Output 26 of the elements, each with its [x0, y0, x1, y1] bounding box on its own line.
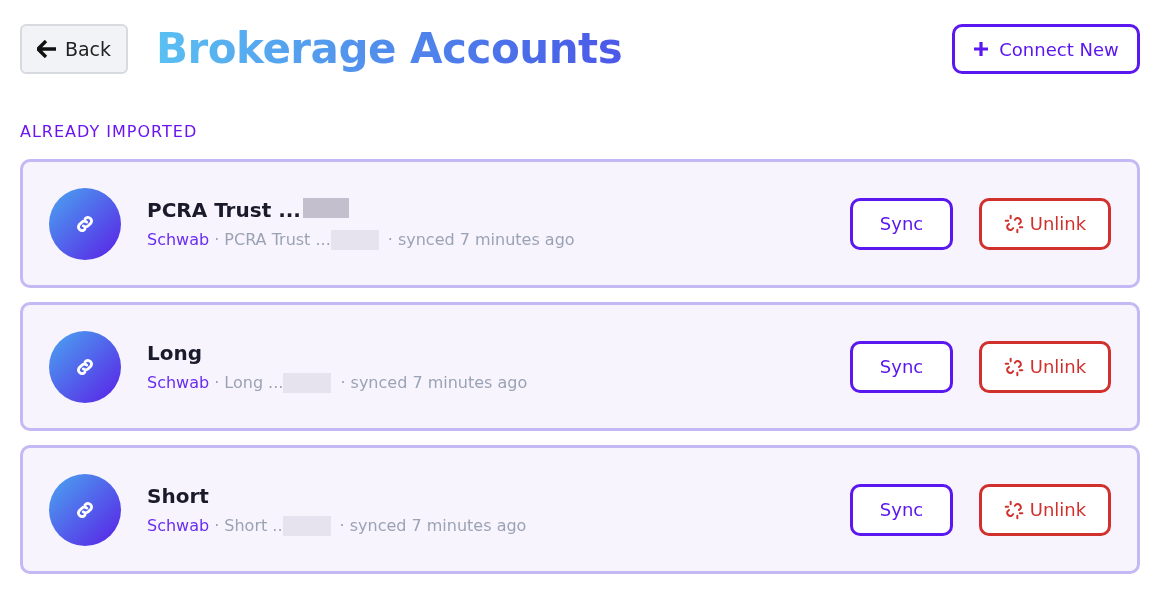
sync-button[interactable]: Sync: [850, 197, 953, 250]
unlink-button[interactable]: Unlink: [979, 340, 1111, 393]
section-label: ALREADY IMPORTED: [20, 122, 199, 141]
provider-name: Schwab: [147, 230, 210, 249]
account-name: Long: [147, 340, 203, 365]
account-detail: · PCRA Trust ...: [214, 230, 331, 249]
broken-link-icon: [1003, 499, 1024, 520]
unlink-button[interactable]: Unlink: [979, 483, 1111, 536]
broken-link-icon: [1003, 356, 1024, 377]
account-detail: · Short ..: [214, 516, 283, 535]
plus-icon: [973, 41, 990, 57]
sync-button[interactable]: Sync: [850, 483, 953, 536]
arrow-left-icon: [36, 40, 57, 58]
sync-status: · synced 7 minutes ago: [387, 230, 575, 249]
account-name: Short: [147, 483, 209, 508]
sync-status: · synced 7 minutes ago: [340, 373, 528, 392]
provider-name: Schwab: [147, 516, 210, 535]
account-detail: · Long ...: [214, 373, 284, 392]
back-button[interactable]: Back: [20, 24, 128, 74]
sync-status: · synced 7 minutes ago: [339, 516, 527, 535]
connect-new-button[interactable]: Connect New: [952, 24, 1140, 74]
sync-button[interactable]: Sync: [850, 340, 953, 393]
account-name: PCRA Trust ...: [147, 197, 301, 222]
broken-link-icon: [1003, 213, 1024, 234]
unlink-button[interactable]: Unlink: [979, 197, 1111, 250]
provider-name: Schwab: [147, 373, 210, 392]
